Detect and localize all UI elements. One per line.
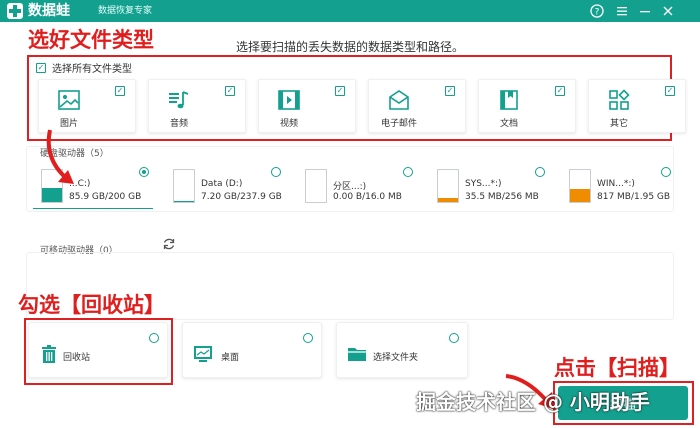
- drive-partition[interactable]: 分区...:) 0.00 B/16.0 MB: [297, 165, 417, 209]
- drive-sys-usage: [438, 197, 458, 202]
- svg-text:?: ?: [595, 8, 600, 18]
- drive-partition-radio[interactable]: [403, 167, 413, 177]
- close-icon: [663, 6, 673, 16]
- file-type-image-checkbox[interactable]: ✓: [115, 86, 125, 96]
- drive-d-icon: [173, 169, 195, 203]
- file-type-audio-checkbox[interactable]: ✓: [225, 86, 235, 96]
- drive-partition-name: 分区...:): [333, 182, 367, 192]
- file-type-audio-label: 音频: [169, 119, 188, 129]
- select-all-label: 选择所有文件类型: [52, 64, 132, 75]
- drive-sys-icon: [437, 169, 459, 203]
- app-logo-icon: [7, 3, 23, 19]
- file-type-audio[interactable]: ✓ 音频: [148, 79, 246, 133]
- other-icon: [609, 89, 630, 110]
- help-icon: ?: [590, 4, 604, 18]
- drive-d-size: 7.20 GB/237.9 GB: [201, 192, 282, 202]
- location-desktop-label: 桌面: [221, 353, 240, 363]
- file-type-document[interactable]: ✓ 文档: [478, 79, 576, 133]
- drive-partition-size: 0.00 B/16.0 MB: [333, 192, 402, 202]
- image-icon: [58, 90, 80, 110]
- file-type-document-label: 文档: [499, 119, 518, 129]
- app-name: 数据蛙: [28, 3, 70, 19]
- drive-win-usage: [570, 188, 590, 202]
- drive-sys-size: 35.5 MB/256 MB: [465, 192, 539, 202]
- minimize-icon: [640, 11, 650, 13]
- file-type-image[interactable]: ✓ 图片: [38, 79, 136, 133]
- file-type-other-label: 其它: [609, 119, 628, 129]
- annotation-click-scan: 点击【扫描】: [554, 356, 680, 380]
- drive-d-radio[interactable]: [271, 167, 281, 177]
- annotation-check-recycle: 勾选【回收站】: [18, 293, 165, 317]
- menu-icon: [617, 7, 627, 16]
- watermark: 掘金技术社区 @ 小明助手: [416, 390, 650, 414]
- desktop-icon: [194, 346, 212, 362]
- drive-win[interactable]: WIN...*:) 817 MB/1.95 GB: [561, 165, 681, 209]
- video-icon: [278, 90, 300, 110]
- file-type-document-checkbox[interactable]: ✓: [555, 86, 565, 96]
- refresh-icon[interactable]: [162, 237, 176, 251]
- file-type-panel: ✓ 选择所有文件类型 ✓ 图片 ✓ 音频 ✓ 视频 ✓ 电子邮件 ✓ 文档 ✓ …: [30, 57, 686, 139]
- file-type-other[interactable]: ✓ 其它: [588, 79, 686, 133]
- file-type-video-checkbox[interactable]: ✓: [335, 86, 345, 96]
- title-bar: 数据蛙 数据恢复专家 ?: [0, 0, 700, 22]
- file-type-video[interactable]: ✓ 视频: [258, 79, 356, 133]
- annotation-arrow-drive: [46, 129, 74, 184]
- location-select-folder-label: 选择文件夹: [373, 353, 419, 363]
- instruction-text: 选择要扫描的丢失数据的数据类型和路径。: [236, 40, 465, 54]
- audio-icon: [169, 91, 189, 109]
- location-select-folder-radio[interactable]: [449, 333, 459, 343]
- file-type-email-checkbox[interactable]: ✓: [445, 86, 455, 96]
- close-button[interactable]: [659, 2, 677, 20]
- hard-drives-panel: ...C:) 85.9 GB/200 GB Data (D:) 7.20 GB/…: [26, 146, 674, 212]
- file-type-other-checkbox[interactable]: ✓: [665, 86, 675, 96]
- email-icon: [389, 90, 409, 110]
- menu-button[interactable]: [613, 2, 631, 20]
- minimize-button[interactable]: [636, 2, 654, 20]
- drive-win-size: 817 MB/1.95 GB: [597, 192, 671, 202]
- annotation-select-types: 选好文件类型: [28, 28, 154, 52]
- drive-d-name: Data (D:): [201, 179, 243, 189]
- location-select-folder[interactable]: 选择文件夹: [336, 322, 468, 378]
- drive-c-radio[interactable]: [139, 167, 149, 177]
- file-type-email[interactable]: ✓ 电子邮件: [368, 79, 466, 133]
- drive-win-icon: [569, 169, 591, 203]
- drive-win-radio[interactable]: [661, 167, 671, 177]
- select-all-row[interactable]: ✓ 选择所有文件类型: [36, 60, 132, 75]
- location-desktop[interactable]: 桌面: [182, 322, 322, 378]
- drive-sys-name: SYS...*:): [465, 179, 502, 189]
- file-type-email-label: 电子邮件: [380, 119, 417, 129]
- drive-d-usage: [174, 201, 194, 202]
- annotation-box-recycle: [24, 318, 173, 385]
- app-subtitle: 数据恢复专家: [98, 6, 153, 16]
- location-desktop-radio[interactable]: [303, 333, 313, 343]
- document-icon: [500, 90, 518, 110]
- help-button[interactable]: ?: [588, 2, 606, 20]
- folder-icon: [348, 348, 366, 361]
- drive-sys-radio[interactable]: [535, 167, 545, 177]
- drive-d[interactable]: Data (D:) 7.20 GB/237.9 GB: [165, 165, 285, 209]
- drive-sys[interactable]: SYS...*:) 35.5 MB/256 MB: [429, 165, 549, 209]
- drive-partition-icon: [305, 169, 327, 203]
- drive-win-name: WIN...*:): [597, 179, 635, 189]
- select-all-checkbox[interactable]: ✓: [36, 62, 46, 73]
- file-type-video-label: 视频: [279, 119, 298, 129]
